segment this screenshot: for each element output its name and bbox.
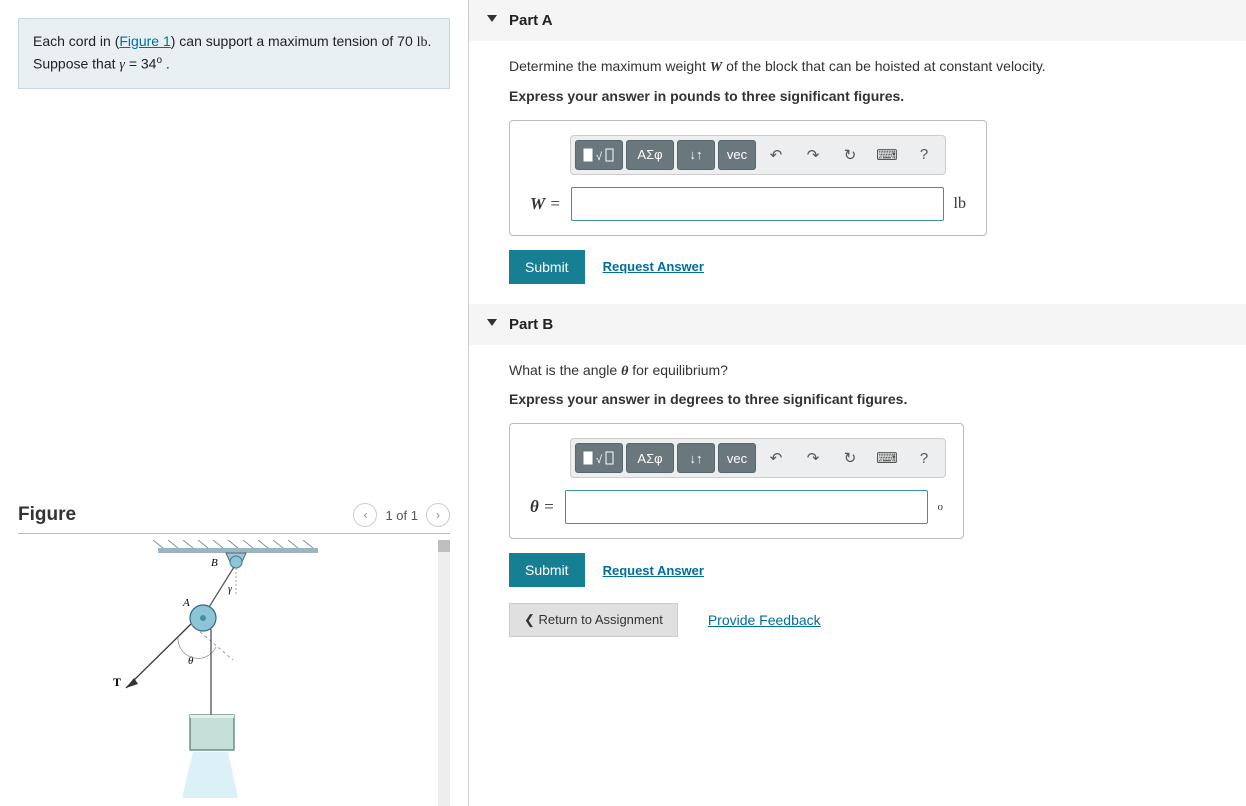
svg-text:√: √	[596, 454, 603, 466]
part-a-input[interactable]	[571, 187, 944, 221]
vec-button[interactable]: vec	[718, 443, 756, 473]
figure-prev-button[interactable]: ‹	[353, 503, 377, 527]
part-b-title: Part B	[509, 316, 553, 333]
problem-text-line2-prefix: Suppose that	[33, 56, 119, 72]
figure-pager-text: 1 of 1	[385, 508, 418, 523]
part-b-header[interactable]: Part B	[469, 304, 1246, 345]
vec-button[interactable]: vec	[718, 140, 756, 170]
figure-pager: ‹ 1 of 1 ›	[353, 503, 450, 527]
part-b-input[interactable]	[565, 490, 928, 524]
figure-canvas: B γ A T θ	[18, 540, 450, 806]
problem-statement: Each cord in (Figure 1) can support a ma…	[18, 18, 450, 89]
part-a-var-label: W =	[530, 194, 561, 214]
problem-text-mid2: .	[428, 33, 432, 49]
figure-next-button[interactable]: ›	[426, 503, 450, 527]
part-b-var-label: θ =	[530, 497, 555, 517]
reset-icon[interactable]: ↻	[833, 140, 867, 170]
svg-text:√: √	[596, 151, 603, 163]
reset-icon[interactable]: ↻	[833, 443, 867, 473]
part-a-instruction: Express your answer in pounds to three s…	[509, 88, 1206, 104]
part-a-header[interactable]: Part A	[469, 0, 1246, 41]
part-a-title: Part A	[509, 12, 553, 29]
part-a-body: Determine the maximum weight W of the bl…	[469, 41, 1246, 304]
part-a-submit-button[interactable]: Submit	[509, 250, 585, 284]
part-b-instruction: Express your answer in degrees to three …	[509, 391, 1206, 407]
variable-W: W	[710, 60, 722, 75]
svg-text:T: T	[113, 675, 121, 689]
equation-toolbar-b: √ ΑΣφ ↓↑ vec ↶ ↷ ↻ ⌨ ?	[570, 438, 946, 478]
figure-scroll-thumb[interactable]	[438, 540, 450, 552]
tension-unit: lb	[417, 35, 428, 50]
greek-button[interactable]: ΑΣφ	[626, 140, 674, 170]
equation-toolbar-a: √ ΑΣφ ↓↑ vec ↶ ↷ ↻ ⌨ ?	[570, 135, 946, 175]
subscript-button[interactable]: ↓↑	[677, 443, 715, 473]
undo-icon[interactable]: ↶	[759, 443, 793, 473]
part-b-request-answer-link[interactable]: Request Answer	[603, 563, 704, 578]
caret-down-icon	[487, 15, 497, 22]
greek-button[interactable]: ΑΣφ	[626, 443, 674, 473]
redo-icon[interactable]: ↷	[796, 443, 830, 473]
problem-text-prefix: Each cord in (	[33, 33, 119, 49]
templates-button[interactable]: √	[575, 443, 623, 473]
part-a-answer-box: √ ΑΣφ ↓↑ vec ↶ ↷ ↻ ⌨ ? W = lb	[509, 120, 987, 236]
part-b-question: What is the angle θ for equilibrium?	[509, 361, 1206, 382]
caret-down-icon	[487, 319, 497, 326]
keyboard-icon[interactable]: ⌨	[870, 443, 904, 473]
problem-text-mid1: ) can support a maximum tension of 70	[171, 33, 417, 49]
part-b-submit-button[interactable]: Submit	[509, 553, 585, 587]
figure-link[interactable]: Figure 1	[119, 33, 170, 49]
help-icon[interactable]: ?	[907, 443, 941, 473]
part-b-unit: o	[938, 501, 944, 513]
redo-icon[interactable]: ↷	[796, 140, 830, 170]
figure-panel: Figure ‹ 1 of 1 › B	[18, 503, 450, 806]
templates-button[interactable]: √	[575, 140, 623, 170]
undo-icon[interactable]: ↶	[759, 140, 793, 170]
figure-diagram: B γ A T θ	[78, 540, 378, 800]
part-a-request-answer-link[interactable]: Request Answer	[603, 259, 704, 274]
figure-title: Figure	[18, 504, 76, 526]
svg-text:γ: γ	[228, 584, 233, 595]
return-button[interactable]: ❮ Return to Assignment	[509, 603, 678, 637]
gamma-value: = 34	[125, 56, 157, 72]
svg-text:B: B	[211, 557, 218, 569]
svg-text:A: A	[182, 597, 190, 609]
part-b-body: What is the angle θ for equilibrium? Exp…	[469, 345, 1246, 658]
keyboard-icon[interactable]: ⌨	[870, 140, 904, 170]
provide-feedback-link[interactable]: Provide Feedback	[708, 612, 821, 628]
problem-text-line2-suffix: .	[162, 56, 170, 72]
part-a-unit: lb	[954, 195, 966, 213]
help-icon[interactable]: ?	[907, 140, 941, 170]
part-b-answer-box: √ ΑΣφ ↓↑ vec ↶ ↷ ↻ ⌨ ? θ = o	[509, 423, 964, 539]
part-a-question: Determine the maximum weight W of the bl…	[509, 57, 1206, 78]
subscript-button[interactable]: ↓↑	[677, 140, 715, 170]
